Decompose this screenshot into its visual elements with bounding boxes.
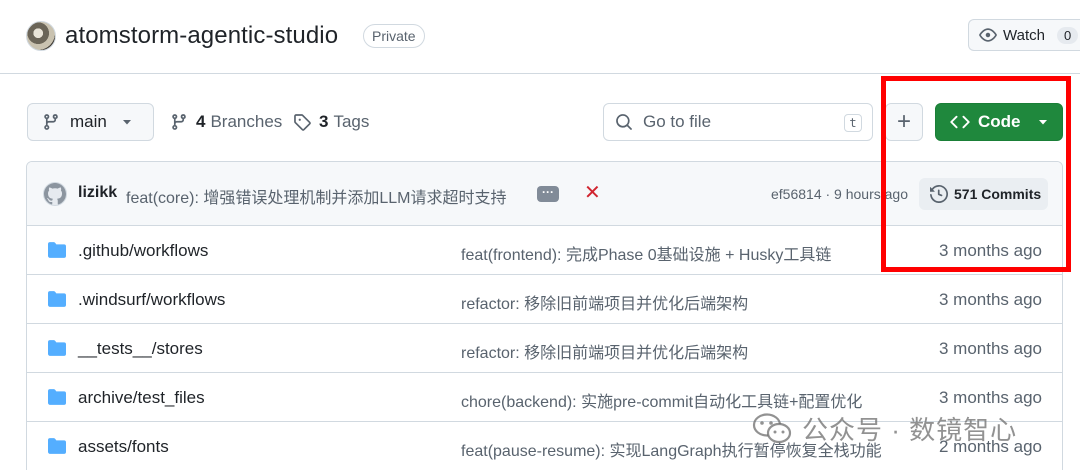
author-avatar[interactable] bbox=[43, 182, 67, 206]
file-commit-time: 3 months ago bbox=[938, 388, 1042, 407]
folder-icon bbox=[48, 242, 66, 258]
highlight-annotation-box bbox=[881, 76, 1071, 272]
commit-author[interactable]: lizikk bbox=[78, 184, 117, 202]
caret-down-icon bbox=[122, 120, 131, 125]
folder-icon bbox=[48, 438, 66, 454]
repo-name[interactable]: atomstorm-agentic-studio bbox=[65, 22, 338, 50]
watch-label: Watch bbox=[1003, 26, 1045, 44]
git-branch-icon bbox=[172, 114, 186, 130]
file-name[interactable]: archive/test_files bbox=[78, 388, 205, 408]
file-name[interactable]: .github/workflows bbox=[78, 241, 208, 261]
file-name[interactable]: .windsurf/workflows bbox=[78, 290, 225, 310]
branch-name: main bbox=[70, 112, 107, 131]
file-commit-time: 3 months ago bbox=[938, 339, 1042, 358]
folder-icon bbox=[48, 389, 66, 405]
file-name[interactable]: assets/fonts bbox=[78, 437, 169, 457]
folder-icon bbox=[48, 291, 66, 307]
file-name[interactable]: __tests__/stores bbox=[78, 339, 203, 359]
wechat-icon bbox=[752, 412, 792, 443]
commit-message[interactable]: feat(core): 增强错误处理机制并添加LLM请求超时支持 bbox=[126, 184, 507, 208]
search-input[interactable] bbox=[643, 112, 833, 132]
repo-header: atomstorm-agentic-studio Private Watch 0 bbox=[0, 0, 1080, 74]
tag-icon bbox=[294, 114, 311, 131]
expand-commit-button[interactable]: ··· bbox=[537, 186, 559, 202]
visibility-badge: Private bbox=[363, 24, 425, 48]
branches-link[interactable]: 4 Branches bbox=[170, 112, 282, 132]
folder-icon bbox=[48, 340, 66, 356]
branches-label: Branches bbox=[210, 112, 283, 131]
owner-avatar[interactable] bbox=[26, 21, 56, 51]
watch-count: 0 bbox=[1056, 26, 1079, 44]
tags-link[interactable]: 3 Tags bbox=[293, 112, 369, 132]
tags-label: Tags bbox=[333, 112, 370, 131]
watch-button[interactable]: Watch 0 bbox=[968, 19, 1080, 51]
file-commit-message[interactable]: refactor: 移除旧前端项目并优化后端架构 bbox=[461, 290, 748, 314]
eye-icon bbox=[979, 28, 997, 42]
branch-selector[interactable]: main bbox=[27, 103, 154, 141]
git-branch-icon bbox=[44, 114, 58, 130]
search-icon bbox=[616, 114, 632, 130]
watermark: 公众号 · 数镜智心 bbox=[752, 410, 1017, 447]
file-commit-message[interactable]: refactor: 移除旧前端项目并优化后端架构 bbox=[461, 339, 748, 363]
file-commit-time: 3 months ago bbox=[938, 290, 1042, 309]
search-shortcut-key: t bbox=[844, 114, 862, 132]
file-commit-message[interactable]: feat(frontend): 完成Phase 0基础设施 + Husky工具链 bbox=[461, 241, 831, 265]
github-mark-icon bbox=[43, 183, 66, 205]
tags-count: 3 bbox=[319, 112, 329, 131]
branches-count: 4 bbox=[196, 112, 206, 131]
watermark-text: 公众号 · 数镜智心 bbox=[802, 415, 1018, 445]
go-to-file-search[interactable]: t bbox=[603, 103, 873, 141]
file-commit-message[interactable]: chore(backend): 实施pre-commit自动化工具链+配置优化 bbox=[461, 388, 862, 412]
status-fail-icon[interactable]: ✕ bbox=[584, 180, 601, 205]
file-row[interactable]: .windsurf/workflows refactor: 移除旧前端项目并优化… bbox=[27, 275, 1062, 324]
file-row[interactable]: __tests__/stores refactor: 移除旧前端项目并优化后端架… bbox=[27, 324, 1062, 373]
